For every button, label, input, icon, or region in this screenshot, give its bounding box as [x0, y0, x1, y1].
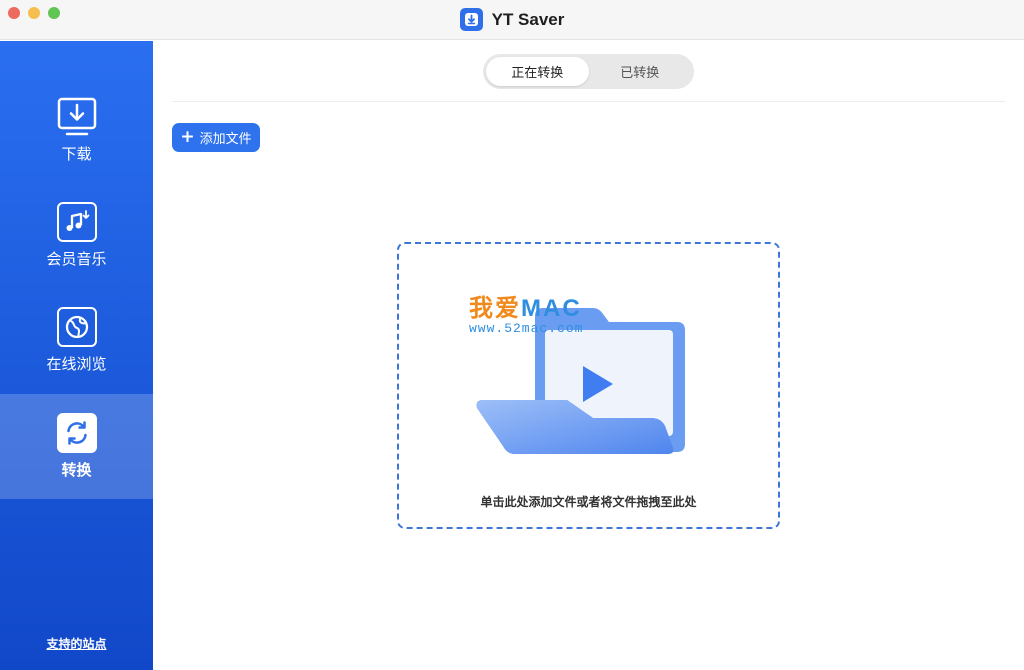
- main-panel: 正在转换 已转换 + 添加文件 我爱MAC www.52mac.com 单击此处…: [153, 41, 1024, 670]
- watermark-url: www.52mac.com: [469, 321, 584, 336]
- maximize-window-button[interactable]: [48, 7, 60, 19]
- sidebar-item-label: 在线浏览: [46, 355, 107, 373]
- divider: [172, 101, 1005, 102]
- sidebar-item-download[interactable]: 下载: [0, 78, 153, 183]
- add-file-button[interactable]: + 添加文件: [172, 123, 260, 152]
- download-icon: [57, 97, 97, 137]
- app-title: YT Saver: [459, 8, 565, 31]
- plus-icon: +: [180, 127, 195, 147]
- sidebar-item-label: 转换: [61, 461, 92, 479]
- supported-sites-link[interactable]: 支持的站点: [0, 635, 153, 652]
- tab-converting[interactable]: 正在转换: [486, 57, 589, 86]
- window-title: YT Saver: [491, 9, 565, 29]
- minimize-window-button[interactable]: [28, 7, 40, 19]
- sidebar-item-label: 会员音乐: [46, 250, 107, 268]
- window-controls: [8, 7, 60, 19]
- convert-icon: [56, 413, 97, 453]
- watermark-en: MAC: [521, 295, 582, 322]
- browser-icon: [56, 307, 97, 347]
- add-file-label: 添加文件: [199, 132, 252, 147]
- watermark-cn: 我爱: [469, 295, 521, 322]
- tab-converted[interactable]: 已转换: [589, 57, 692, 86]
- close-window-button[interactable]: [8, 7, 20, 19]
- sidebar-item-music[interactable]: 会员音乐: [0, 183, 153, 288]
- sidebar-item-browse[interactable]: 在线浏览: [0, 288, 153, 393]
- watermark-logo: 我爱MAC www.52mac.com: [469, 288, 583, 336]
- music-icon: [56, 202, 97, 242]
- app-logo-icon: [459, 8, 483, 31]
- conversion-tabs: 正在转换 已转换: [483, 54, 694, 89]
- file-drop-zone[interactable]: 我爱MAC www.52mac.com 单击此处添加文件或者将文件拖拽至此处: [397, 242, 780, 529]
- sidebar-item-label: 下载: [61, 145, 92, 163]
- drop-hint-text: 单击此处添加文件或者将文件拖拽至此处: [480, 495, 697, 509]
- sidebar: 下载 会员音乐 在线浏览 转换 支持的站点: [0, 41, 153, 670]
- title-bar: YT Saver: [0, 0, 1024, 40]
- sidebar-item-convert[interactable]: 转换: [0, 394, 153, 499]
